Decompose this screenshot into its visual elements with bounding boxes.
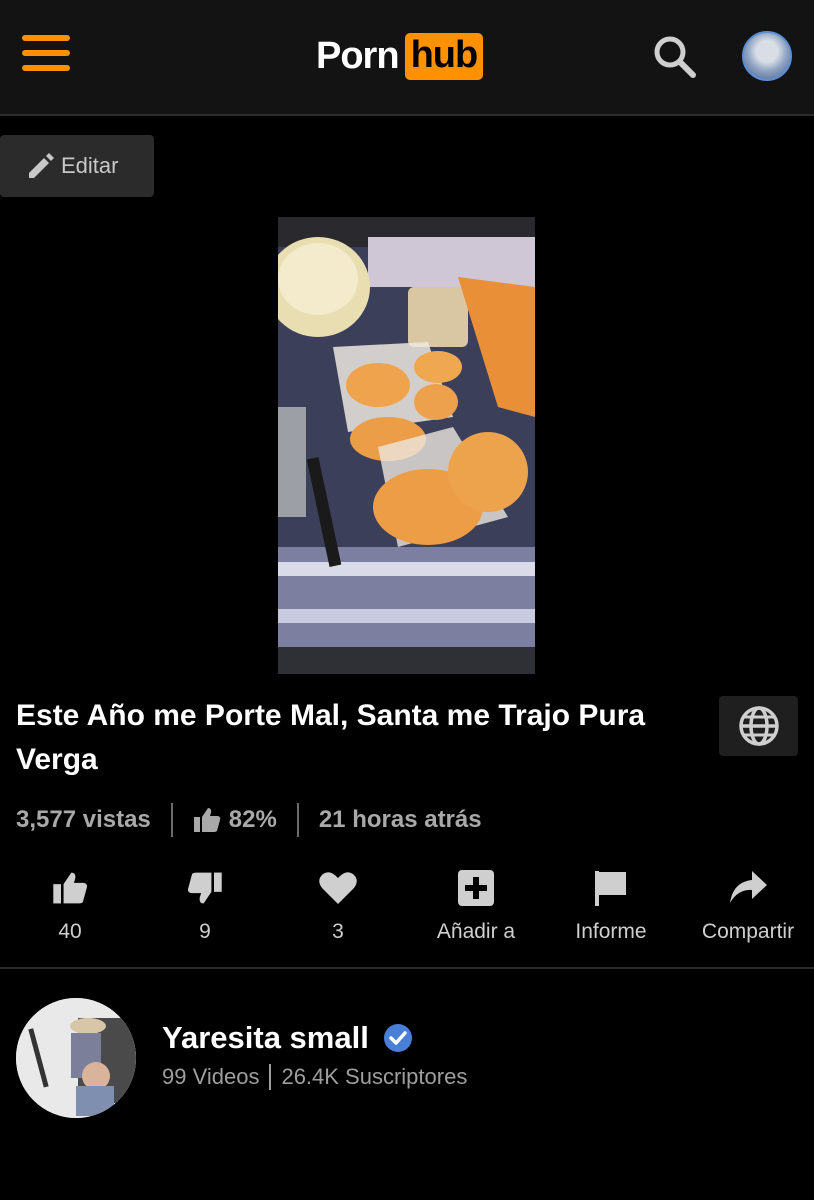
edit-button[interactable]: Editar	[0, 135, 154, 197]
edit-button-label: Editar	[61, 153, 119, 178]
heart-icon	[319, 872, 357, 904]
pencil-icon	[29, 153, 54, 178]
video-title: Este Año me Porte Mal, Santa me Trajo Pu…	[16, 699, 646, 776]
report-label: Informe	[575, 920, 647, 943]
channel-avatar[interactable]	[16, 998, 136, 1118]
thumbs-up-icon	[193, 808, 221, 832]
thumbs-up-icon	[53, 872, 88, 904]
add-to-button[interactable]: Añadir a	[408, 866, 544, 946]
logo-text-hub: hub	[404, 32, 484, 80]
top-header: Porn hub	[0, 0, 814, 116]
channel-name[interactable]: Yaresita small	[162, 1020, 413, 1056]
dislike-count: 9	[199, 920, 211, 943]
thumbs-down-icon	[187, 872, 222, 904]
globe-icon	[738, 706, 779, 746]
share-label: Compartir	[701, 920, 795, 943]
video-stats: 3,577 vistas 82% 21 horas atrás	[16, 800, 482, 840]
rating: 82%	[193, 806, 277, 834]
add-to-label: Añadir a	[436, 920, 516, 943]
channel-video-count: 99 Videos	[162, 1064, 260, 1089]
logo-text-porn: Porn	[316, 34, 400, 77]
report-button[interactable]: Informe	[543, 866, 679, 946]
section-divider	[0, 967, 814, 969]
site-logo[interactable]: Porn hub	[316, 30, 484, 82]
rating-value: 82%	[228, 806, 277, 833]
verified-badge-icon	[383, 1024, 412, 1052]
search-icon[interactable]	[652, 34, 698, 80]
channel-name-text: Yaresita small	[162, 1020, 369, 1055]
like-count: 40	[58, 920, 82, 943]
user-avatar[interactable]	[742, 31, 792, 81]
channel-meta: 99 Videos 26.4K Suscriptores	[162, 1064, 467, 1090]
add-square-icon	[458, 870, 494, 906]
share-arrow-icon	[730, 871, 767, 903]
hamburger-menu-icon[interactable]	[22, 35, 72, 73]
view-count: 3,577 vistas	[16, 806, 151, 833]
stats-divider	[296, 803, 299, 837]
favorite-count: 3	[332, 920, 344, 943]
channel-subscriber-count: 26.4K Suscriptores	[281, 1064, 468, 1089]
meta-divider	[269, 1064, 272, 1090]
dislike-button[interactable]: 9	[137, 866, 273, 946]
like-button[interactable]: 40	[2, 866, 138, 946]
video-player[interactable]	[278, 217, 535, 674]
action-bar: 40 9 3 Añadir a Informe Compartir	[0, 866, 814, 946]
language-button[interactable]	[719, 696, 798, 756]
flag-icon	[595, 871, 626, 906]
share-button[interactable]: Compartir	[680, 866, 814, 946]
time-ago: 21 horas atrás	[318, 806, 482, 833]
favorite-button[interactable]: 3	[270, 866, 406, 946]
stats-divider	[170, 803, 173, 837]
